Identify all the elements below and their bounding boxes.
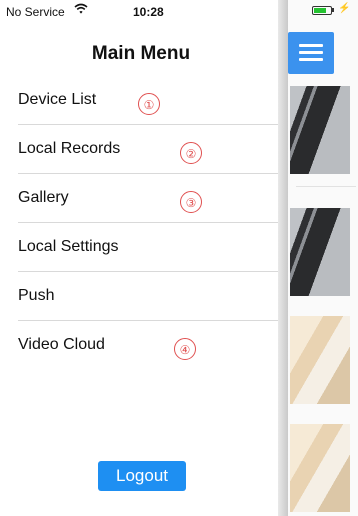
status-bar: No Service 10:28 — [0, 0, 278, 22]
battery-tip — [332, 8, 334, 12]
side-menu-drawer: No Service 10:28 Main Menu Device List ①… — [0, 0, 280, 516]
charging-icon: ⚡ — [338, 3, 351, 14]
main-menu-list: Device List ① Local Records ② Gallery ③ … — [0, 76, 280, 369]
menu-item-label: Gallery — [18, 189, 69, 206]
menu-item-local-records[interactable]: Local Records ② — [18, 125, 280, 174]
device-thumbnail[interactable] — [290, 86, 350, 174]
annotation-marker: ① — [138, 93, 160, 115]
annotation-marker: ④ — [174, 338, 196, 360]
menu-item-label: Video Cloud — [18, 336, 105, 353]
menu-item-label: Local Settings — [18, 238, 119, 255]
menu-item-label: Local Records — [18, 140, 121, 157]
page-title: Main Menu — [91, 43, 191, 64]
menu-item-gallery[interactable]: Gallery ③ — [18, 174, 280, 223]
menu-item-video-cloud[interactable]: Video Cloud ④ — [18, 321, 280, 369]
battery-icon — [312, 6, 332, 15]
drawer-shadow — [278, 0, 288, 516]
carrier-label: No Service — [6, 5, 65, 19]
annotation-marker: ③ — [180, 191, 202, 213]
menu-item-device-list[interactable]: Device List ① — [18, 76, 280, 125]
device-thumbnail[interactable] — [290, 208, 350, 296]
divider — [296, 186, 356, 187]
main-content-preview: ⚡ — [288, 0, 358, 516]
logout-button[interactable]: Logout — [98, 461, 186, 491]
menu-item-label: Device List — [18, 91, 97, 108]
menu-item-label: Push — [18, 287, 55, 304]
wifi-icon — [74, 3, 88, 18]
menu-toggle-button[interactable] — [288, 32, 334, 74]
device-thumbnail[interactable] — [290, 316, 350, 404]
clock-label: 10:28 — [133, 5, 164, 19]
menu-item-local-settings[interactable]: Local Settings — [18, 223, 280, 272]
device-thumbnail[interactable] — [290, 424, 350, 512]
annotation-marker: ② — [180, 142, 202, 164]
menu-item-push[interactable]: Push — [18, 272, 280, 321]
